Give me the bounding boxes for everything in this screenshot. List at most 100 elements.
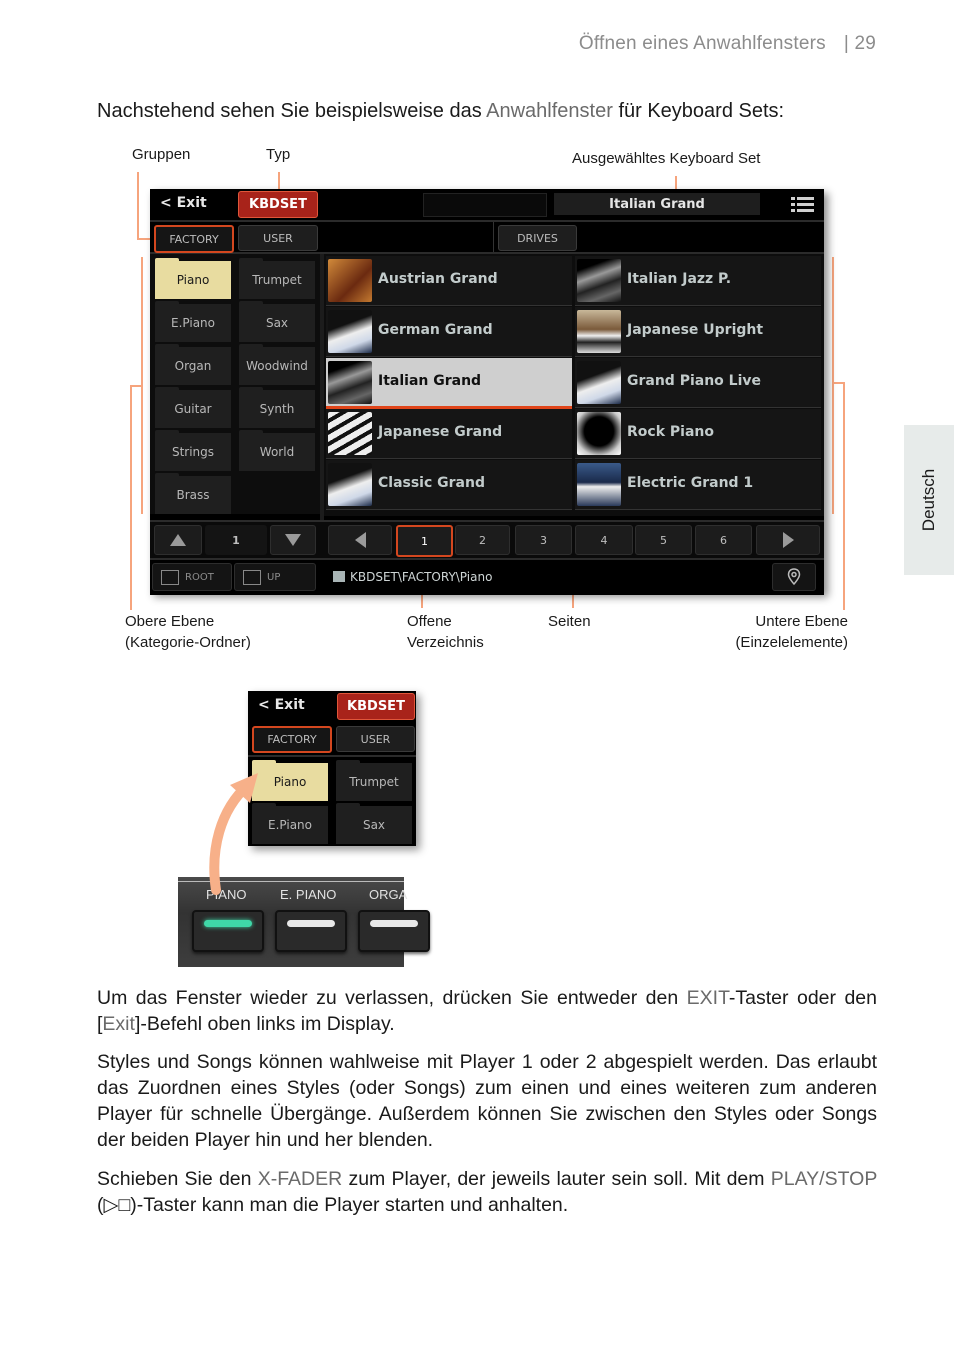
item-italian-grand[interactable]: Italian Grand [326, 358, 572, 409]
mini-tab-user[interactable]: USER [336, 726, 415, 752]
selected-keyboard-set: Italian Grand [554, 193, 760, 215]
item-label: Japanese Upright [627, 322, 764, 338]
mini-category-sax[interactable]: Sax [336, 803, 412, 844]
category-strings[interactable]: Strings [155, 430, 231, 471]
category-brass[interactable]: Brass [155, 473, 231, 514]
group-tabs: FACTORY USER DRIVES [150, 222, 824, 254]
thumbnail-image [577, 361, 621, 404]
page-button-4[interactable]: 4 [575, 525, 633, 555]
thumbnail-image [328, 361, 372, 404]
menu-icon[interactable] [791, 197, 814, 212]
up-button[interactable]: UP [234, 563, 316, 591]
category-guitar[interactable]: Guitar [155, 387, 231, 428]
tab-user[interactable]: USER [238, 225, 318, 251]
item-label: Rock Piano [627, 424, 714, 440]
triangle-down-icon [285, 534, 301, 546]
mini-exit-button[interactable]: < Exit [258, 697, 305, 713]
page-button-2[interactable]: 2 [455, 525, 510, 555]
label-lower-level: Untere Ebene (Einzelelemente) [735, 613, 848, 651]
language-label: Deutsch [919, 468, 938, 532]
page-button-6[interactable]: 6 [695, 525, 752, 555]
item-grand-piano-live[interactable]: Grand Piano Live [575, 358, 821, 408]
page-next-button[interactable] [756, 525, 820, 555]
item-classic-grand[interactable]: Classic Grand [326, 460, 572, 510]
category-organ[interactable]: Organ [155, 344, 231, 385]
item-japanese-upright[interactable]: Japanese Upright [575, 307, 821, 357]
play-stop-icon: ▷□ [103, 1194, 131, 1216]
panel-label-organ: ORGA [369, 887, 408, 902]
thumbnail-image [577, 310, 621, 353]
category-page-number: 1 [205, 525, 267, 555]
thumbnail-image [328, 310, 372, 353]
item-label: Electric Grand 1 [627, 475, 754, 491]
intro-text: Nachstehend sehen Sie beispielsweise das [97, 100, 487, 122]
tab-drives[interactable]: DRIVES [498, 225, 577, 251]
category-folders: Piano Trumpet E.Piano Sax Organ Woodwind… [150, 254, 320, 514]
triangle-left-icon [354, 532, 366, 548]
thumbnail-image [577, 412, 621, 455]
item-electric-grand-1[interactable]: Electric Grand 1 [575, 460, 821, 510]
paragraph-players: Styles und Songs können wahlweise mit Pl… [97, 1051, 877, 1151]
item-austrian-grand[interactable]: Austrian Grand [326, 256, 572, 306]
thumbnail-image [328, 259, 372, 302]
location-button[interactable] [772, 563, 816, 591]
organ-button[interactable] [358, 910, 430, 952]
label-groups: Gruppen [132, 146, 191, 163]
mini-type-button[interactable]: KBDSET [337, 693, 415, 720]
intro-sentence: Nachstehend sehen Sie beispielsweise das… [97, 100, 784, 123]
paragraph-xfader: Schieben Sie den X-FADER zum Player, der… [97, 1168, 877, 1216]
open-directory-path: KBDSET\FACTORY\Piano [350, 570, 493, 584]
folder-icon [333, 571, 345, 582]
category-piano[interactable]: Piano [155, 258, 231, 299]
mini-tab-factory[interactable]: FACTORY [252, 726, 332, 753]
item-label: Grand Piano Live [627, 373, 762, 389]
item-list: Austrian Grand German Grand Italian Gran… [324, 254, 824, 516]
language-tab: Deutsch [904, 425, 954, 575]
label-type: Typ [266, 146, 291, 163]
category-trumpet[interactable]: Trumpet [239, 258, 315, 299]
paragraph-exit: Um das Fenster wieder zu verlassen, drüc… [97, 987, 877, 1035]
item-japanese-grand[interactable]: Japanese Grand [326, 409, 572, 459]
category-scroll-down-button[interactable] [270, 525, 316, 555]
exit-button[interactable]: < Exit [160, 195, 207, 211]
root-button[interactable]: ROOT [152, 563, 232, 591]
type-button[interactable]: KBDSET [238, 191, 318, 218]
page-button-5[interactable]: 5 [635, 525, 692, 555]
category-scroll-up-button[interactable] [154, 525, 202, 555]
location-pin-icon [787, 568, 801, 586]
folder-home-icon [161, 569, 179, 585]
page-prev-button[interactable] [328, 525, 392, 555]
callout-line-upper [130, 385, 132, 610]
mini-category-trumpet[interactable]: Trumpet [336, 760, 412, 801]
category-epiano[interactable]: E.Piano [155, 301, 231, 342]
item-label: Classic Grand [378, 475, 485, 491]
item-german-grand[interactable]: German Grand [326, 307, 572, 357]
item-label: German Grand [378, 322, 493, 338]
item-label: Italian Grand [378, 373, 482, 389]
page-button-1[interactable]: 1 [396, 525, 453, 557]
thumbnail-image [577, 259, 621, 302]
root-label: ROOT [185, 571, 214, 583]
running-header: Öffnen eines Anwahlfensters | 29 [579, 33, 876, 55]
page-number: | 29 [843, 33, 876, 54]
piano-button[interactable] [192, 910, 264, 952]
page-button-3[interactable]: 3 [515, 525, 572, 555]
keyboard-set-select-window: < Exit KBDSET Italian Grand FACTORY USER… [150, 189, 824, 595]
path-bar: ROOT UP KBDSET\FACTORY\Piano [150, 558, 824, 595]
category-world[interactable]: World [239, 430, 315, 471]
thumbnail-image [328, 463, 372, 506]
item-label: Italian Jazz P. [627, 271, 732, 287]
mini-select-window: < Exit KBDSET FACTORY USER Piano Trumpet… [248, 691, 416, 846]
thumbnail-image [577, 463, 621, 506]
item-italian-jazz-p[interactable]: Italian Jazz P. [575, 256, 821, 306]
category-woodwind[interactable]: Woodwind [239, 344, 315, 385]
tab-factory[interactable]: FACTORY [154, 225, 234, 253]
category-sax[interactable]: Sax [239, 301, 315, 342]
intro-highlight: Anwahlfenster [486, 100, 613, 122]
epiano-button[interactable] [275, 910, 347, 952]
item-rock-piano[interactable]: Rock Piano [575, 409, 821, 459]
label-open-directory: Offene Verzeichnis [407, 613, 484, 651]
curved-arrow-icon [209, 773, 258, 895]
section-title: Öffnen eines Anwahlfensters [578, 33, 826, 54]
category-synth[interactable]: Synth [239, 387, 315, 428]
